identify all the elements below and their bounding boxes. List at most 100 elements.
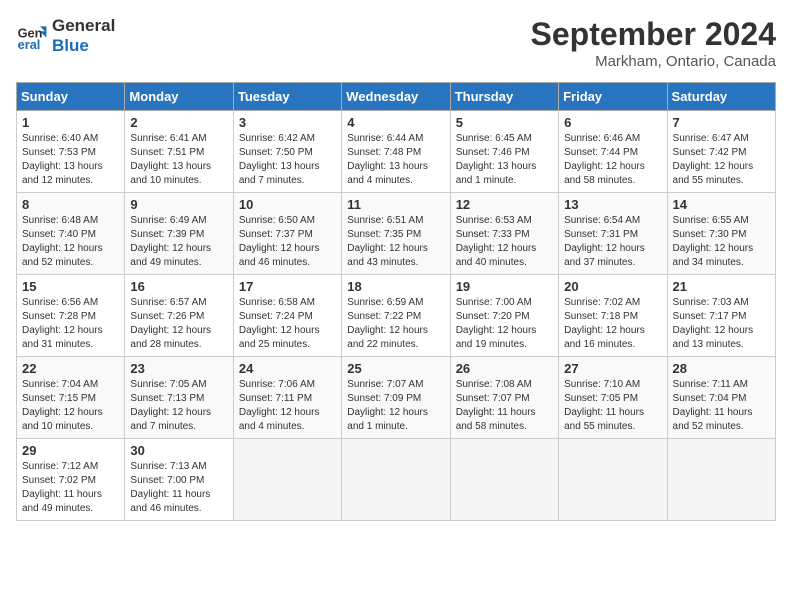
calendar-cell: 5 Sunrise: 6:45 AM Sunset: 7:46 PM Daylig…	[450, 111, 558, 193]
day-number: 26	[456, 361, 553, 376]
calendar-cell: 16Sunrise: 6:57 AM Sunset: 7:26 PM Dayli…	[125, 275, 233, 357]
day-number: 16	[130, 279, 227, 294]
day-number: 29	[22, 443, 119, 458]
cell-info: Sunrise: 6:53 AM Sunset: 7:33 PM Dayligh…	[456, 214, 553, 270]
cell-info: Sunrise: 7:11 AM Sunset: 7:04 PM Dayligh…	[673, 378, 770, 434]
calendar-cell: 7 Sunrise: 6:47 AM Sunset: 7:42 PM Daylig…	[667, 111, 775, 193]
cell-info: Sunrise: 6:58 AM Sunset: 7:24 PM Dayligh…	[239, 296, 336, 352]
calendar-cell: 26 Sunrise: 7:08 AM Sunset: 7:07 PM Dayli…	[450, 357, 558, 439]
day-number: 4	[347, 115, 444, 130]
day-number: 12	[456, 197, 553, 212]
cell-info: Sunrise: 7:02 AM Sunset: 7:18 PM Dayligh…	[564, 296, 661, 352]
cell-info: Sunrise: 6:59 AM Sunset: 7:22 PM Dayligh…	[347, 296, 444, 352]
calendar-cell: 29 Sunrise: 7:12 AM Sunset: 7:02 PM Dayli…	[17, 439, 125, 521]
week-row-5: 29 Sunrise: 7:12 AM Sunset: 7:02 PM Dayli…	[17, 439, 776, 521]
calendar-cell: 10 Sunrise: 6:50 AM Sunset: 7:37 PM Dayli…	[233, 193, 341, 275]
calendar-cell	[342, 439, 450, 521]
week-row-1: 1 Sunrise: 6:40 AM Sunset: 7:53 PM Daylig…	[17, 111, 776, 193]
cell-info: Sunrise: 6:42 AM Sunset: 7:50 PM Dayligh…	[239, 132, 336, 188]
cell-info: Sunrise: 7:04 AM Sunset: 7:15 PM Dayligh…	[22, 378, 119, 434]
cell-info: Sunrise: 7:05 AM Sunset: 7:13 PM Dayligh…	[130, 378, 227, 434]
day-number: 30	[130, 443, 227, 458]
day-number: 19	[456, 279, 553, 294]
cell-info: Sunrise: 6:47 AM Sunset: 7:42 PM Dayligh…	[673, 132, 770, 188]
day-number: 22	[22, 361, 119, 376]
calendar-cell: 30 Sunrise: 7:13 AM Sunset: 7:00 PM Dayli…	[125, 439, 233, 521]
col-header-wednesday: Wednesday	[342, 83, 450, 111]
calendar-cell: 28Sunrise: 7:11 AM Sunset: 7:04 PM Dayli…	[667, 357, 775, 439]
calendar-cell: 23 Sunrise: 7:05 AM Sunset: 7:13 PM Dayli…	[125, 357, 233, 439]
calendar-cell	[667, 439, 775, 521]
day-number: 2	[130, 115, 227, 130]
day-number: 1	[22, 115, 119, 130]
col-header-saturday: Saturday	[667, 83, 775, 111]
day-number: 24	[239, 361, 336, 376]
day-number: 25	[347, 361, 444, 376]
cell-info: Sunrise: 6:45 AM Sunset: 7:46 PM Dayligh…	[456, 132, 553, 188]
day-number: 27	[564, 361, 661, 376]
cell-info: Sunrise: 6:40 AM Sunset: 7:53 PM Dayligh…	[22, 132, 119, 188]
week-row-2: 8 Sunrise: 6:48 AM Sunset: 7:40 PM Daylig…	[17, 193, 776, 275]
day-number: 6	[564, 115, 661, 130]
calendar-cell: 24 Sunrise: 7:06 AM Sunset: 7:11 PM Dayli…	[233, 357, 341, 439]
cell-info: Sunrise: 6:41 AM Sunset: 7:51 PM Dayligh…	[130, 132, 227, 188]
calendar-cell: 17 Sunrise: 6:58 AM Sunset: 7:24 PM Dayli…	[233, 275, 341, 357]
calendar-cell: 1 Sunrise: 6:40 AM Sunset: 7:53 PM Daylig…	[17, 111, 125, 193]
header-row: SundayMondayTuesdayWednesdayThursdayFrid…	[17, 83, 776, 111]
cell-info: Sunrise: 7:08 AM Sunset: 7:07 PM Dayligh…	[456, 378, 553, 434]
day-number: 8	[22, 197, 119, 212]
logo-line2: Blue	[52, 36, 115, 56]
calendar-cell: 22 Sunrise: 7:04 AM Sunset: 7:15 PM Dayli…	[17, 357, 125, 439]
cell-info: Sunrise: 7:13 AM Sunset: 7:00 PM Dayligh…	[130, 460, 227, 516]
cell-info: Sunrise: 6:48 AM Sunset: 7:40 PM Dayligh…	[22, 214, 119, 270]
calendar-cell: 19 Sunrise: 7:00 AM Sunset: 7:20 PM Dayli…	[450, 275, 558, 357]
logo-line1: General	[52, 16, 115, 36]
day-number: 14	[673, 197, 770, 212]
svg-text:eral: eral	[18, 37, 41, 52]
day-number: 7	[673, 115, 770, 130]
col-header-friday: Friday	[559, 83, 667, 111]
cell-info: Sunrise: 6:49 AM Sunset: 7:39 PM Dayligh…	[130, 214, 227, 270]
calendar-cell: 21 Sunrise: 7:03 AM Sunset: 7:17 PM Dayli…	[667, 275, 775, 357]
cell-info: Sunrise: 7:00 AM Sunset: 7:20 PM Dayligh…	[456, 296, 553, 352]
cell-info: Sunrise: 6:44 AM Sunset: 7:48 PM Dayligh…	[347, 132, 444, 188]
calendar-cell: 25 Sunrise: 7:07 AM Sunset: 7:09 PM Dayli…	[342, 357, 450, 439]
cell-info: Sunrise: 6:50 AM Sunset: 7:37 PM Dayligh…	[239, 214, 336, 270]
cell-info: Sunrise: 7:12 AM Sunset: 7:02 PM Dayligh…	[22, 460, 119, 516]
col-header-tuesday: Tuesday	[233, 83, 341, 111]
cell-info: Sunrise: 7:06 AM Sunset: 7:11 PM Dayligh…	[239, 378, 336, 434]
calendar-cell: 27 Sunrise: 7:10 AM Sunset: 7:05 PM Dayli…	[559, 357, 667, 439]
calendar-table: SundayMondayTuesdayWednesdayThursdayFrid…	[16, 82, 776, 521]
day-number: 13	[564, 197, 661, 212]
day-number: 15	[22, 279, 119, 294]
cell-info: Sunrise: 7:03 AM Sunset: 7:17 PM Dayligh…	[673, 296, 770, 352]
logo: Gen eral General Blue	[16, 16, 115, 57]
cell-info: Sunrise: 7:10 AM Sunset: 7:05 PM Dayligh…	[564, 378, 661, 434]
calendar-cell: 13 Sunrise: 6:54 AM Sunset: 7:31 PM Dayli…	[559, 193, 667, 275]
calendar-cell: 11Sunrise: 6:51 AM Sunset: 7:35 PM Dayli…	[342, 193, 450, 275]
day-number: 9	[130, 197, 227, 212]
calendar-cell	[233, 439, 341, 521]
day-number: 23	[130, 361, 227, 376]
cell-info: Sunrise: 7:07 AM Sunset: 7:09 PM Dayligh…	[347, 378, 444, 434]
calendar-cell: 14Sunrise: 6:55 AM Sunset: 7:30 PM Dayli…	[667, 193, 775, 275]
day-number: 10	[239, 197, 336, 212]
page-header: Gen eral General Blue September 2024 Mar…	[16, 16, 776, 70]
day-number: 3	[239, 115, 336, 130]
title-block: September 2024 Markham, Ontario, Canada	[531, 16, 776, 70]
col-header-sunday: Sunday	[17, 83, 125, 111]
week-row-3: 15Sunrise: 6:56 AM Sunset: 7:28 PM Dayli…	[17, 275, 776, 357]
calendar-cell: 12 Sunrise: 6:53 AM Sunset: 7:33 PM Dayli…	[450, 193, 558, 275]
day-number: 20	[564, 279, 661, 294]
col-header-thursday: Thursday	[450, 83, 558, 111]
calendar-cell: 18Sunrise: 6:59 AM Sunset: 7:22 PM Dayli…	[342, 275, 450, 357]
week-row-4: 22 Sunrise: 7:04 AM Sunset: 7:15 PM Dayli…	[17, 357, 776, 439]
day-number: 5	[456, 115, 553, 130]
cell-info: Sunrise: 6:54 AM Sunset: 7:31 PM Dayligh…	[564, 214, 661, 270]
calendar-cell	[450, 439, 558, 521]
day-number: 17	[239, 279, 336, 294]
calendar-cell: 20 Sunrise: 7:02 AM Sunset: 7:18 PM Dayli…	[559, 275, 667, 357]
logo-icon: Gen eral	[16, 20, 48, 52]
col-header-monday: Monday	[125, 83, 233, 111]
day-number: 21	[673, 279, 770, 294]
